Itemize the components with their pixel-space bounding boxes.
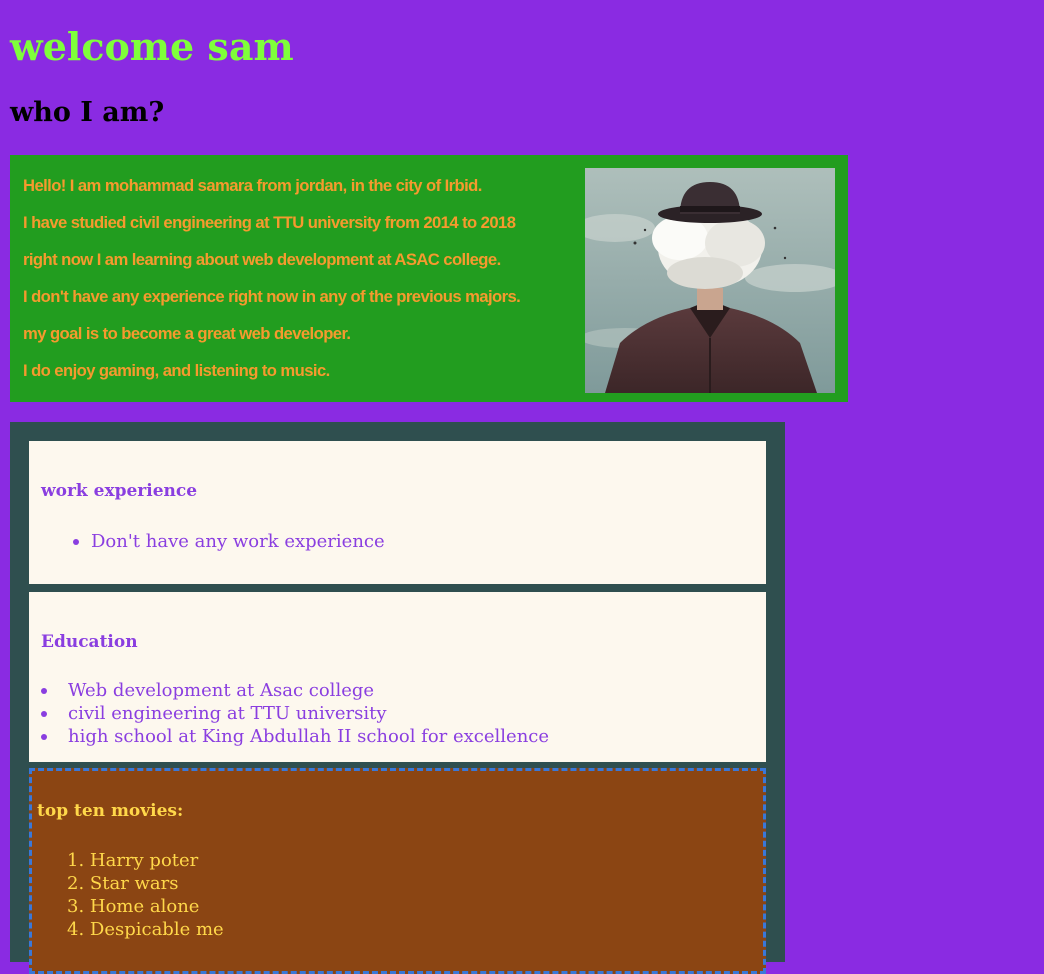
list-item: 2. Star wars [67, 873, 179, 894]
top-movies-list: 1. Harry poter 2. Star wars 3. Home alon… [67, 849, 224, 941]
education-card: Education Web development at Asac colleg… [29, 592, 766, 762]
list-item-text: Web development at Asac college [68, 680, 375, 701]
intro-line: I don't have any experience right now in… [23, 287, 521, 306]
list-item-text: Don't have any work experience [91, 531, 385, 552]
profile-photo [585, 168, 835, 393]
page-title: welcome sam [10, 24, 294, 69]
list-item: high school at King Abdullah II school f… [41, 725, 550, 748]
list-item: civil engineering at TTU university [41, 702, 549, 725]
list-item: 3. Home alone [67, 896, 200, 917]
intro-line: right now I am learning about web develo… [23, 250, 501, 269]
work-experience-card: work experience Don't have any work expe… [29, 441, 766, 584]
list-item: Web development at Asac college [41, 679, 549, 702]
intro-line: my goal is to become a great web develop… [23, 324, 351, 343]
list-item-text: high school at King Abdullah II school f… [68, 726, 550, 747]
top-movies-card: top ten movies: 1. Harry poter 2. Star w… [29, 768, 766, 974]
intro-line: I do enjoy gaming, and listening to musi… [23, 361, 330, 380]
education-title: Education [41, 632, 138, 652]
bullet-icon [41, 711, 47, 717]
education-list: Web development at Asac college civil en… [41, 679, 550, 748]
list-item: 1. Harry poter [67, 850, 199, 871]
list-item: Don't have any work experience [73, 530, 385, 553]
page-subtitle: who I am? [10, 97, 165, 128]
bullet-icon [41, 734, 47, 740]
portrait-illustration [585, 168, 835, 393]
intro-line: Hello! I am mohammad samara from jordan,… [23, 176, 482, 195]
list-item: 4. Despicable me [67, 919, 224, 940]
bullet-icon [73, 539, 79, 545]
cv-panel: work experience Don't have any work expe… [10, 422, 785, 974]
intro-line: I have studied civil engineering at TTU … [23, 213, 516, 232]
work-experience-title: work experience [41, 481, 198, 501]
bullet-icon [41, 688, 47, 694]
work-experience-list: Don't have any work experience [73, 530, 385, 553]
list-item-text: civil engineering at TTU university [68, 703, 387, 724]
intro-section: Hello! I am mohammad samara from jordan,… [10, 155, 848, 402]
top-movies-title: top ten movies: [37, 801, 184, 821]
intro-text: Hello! I am mohammad samara from jordan,… [23, 172, 585, 394]
